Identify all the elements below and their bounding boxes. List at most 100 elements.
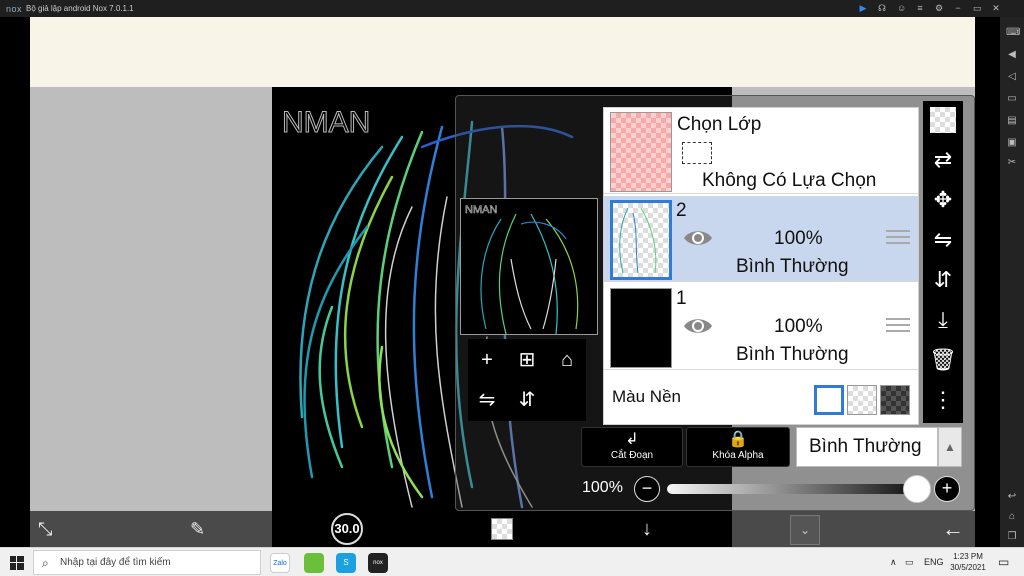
close-icon[interactable]: ✕: [992, 0, 1000, 17]
layer-mini-toolbar: + ⊞ ⌂ ⇋ ⇵: [468, 339, 586, 421]
background-white-swatch[interactable]: [814, 385, 844, 415]
flip-vertical-icon[interactable]: ⇵: [512, 385, 542, 415]
alpha-lock-label: Khóa Alpha: [712, 450, 764, 461]
flip-vertical-icon[interactable]: ⇵: [928, 265, 958, 295]
volume-down-icon[interactable]: ◁: [1006, 71, 1018, 83]
android-screen: NMAN NMAN + ⊞ ⌂ ⇋ ⇵ Chọn Lớp Không Có Lự…: [30, 17, 975, 547]
apk-icon[interactable]: ▤: [1006, 115, 1018, 127]
drag-handle-icon[interactable]: [886, 230, 910, 248]
maximize-icon[interactable]: ▭: [973, 0, 982, 17]
blend-mode-arrow-icon[interactable]: ▲: [938, 427, 962, 467]
layer-thumbnail-art: [619, 207, 657, 274]
selection-layer-row[interactable]: Chọn Lớp Không Có Lựa Chọn: [604, 108, 918, 194]
search-placeholder: Nhập tại đây để tìm kiếm: [60, 557, 171, 568]
delete-icon[interactable]: 🗑: [928, 345, 958, 375]
layer-row[interactable]: 2 100% Bình Thường: [604, 196, 918, 282]
network-icon[interactable]: ▭: [905, 548, 914, 576]
layer-number: 1: [676, 288, 687, 309]
back-arrow-icon[interactable]: ←: [942, 511, 964, 547]
drag-handle-icon[interactable]: [886, 318, 910, 336]
clipping-button[interactable]: ↲ Cắt Đoạn: [581, 427, 683, 467]
taskbar-clock[interactable]: 1:23 PM 30/5/2021: [948, 551, 988, 573]
brush-tool-icon[interactable]: ✎: [190, 511, 205, 547]
background-dark-swatch[interactable]: [880, 385, 910, 415]
opacity-decrease-button[interactable]: −: [634, 476, 660, 502]
selection-layer-thumbnail: [610, 112, 672, 192]
settings-icon[interactable]: ⚙: [935, 0, 943, 17]
back-icon[interactable]: ↩: [1006, 491, 1018, 503]
visibility-eye-icon[interactable]: [682, 314, 714, 338]
home-icon[interactable]: ⌂: [1006, 511, 1018, 523]
transparency-icon[interactable]: [930, 107, 956, 133]
app-bottom-toolbar: ⤡ ✎ 30.0 ↓ ⌄ ←: [30, 511, 975, 547]
user-icon[interactable]: ☺: [897, 0, 906, 17]
play-icon[interactable]: ▶: [859, 0, 867, 17]
clock-date: 30/5/2021: [950, 563, 986, 572]
layer-opacity: 100%: [774, 316, 823, 337]
collapse-panel-icon[interactable]: ⌄: [790, 515, 820, 545]
background-label: Màu Nền: [612, 387, 681, 406]
duplicate-layer-icon[interactable]: ⊞: [512, 345, 542, 375]
layer-number: 2: [676, 200, 687, 221]
transform-tool-icon[interactable]: ⤡: [38, 511, 52, 547]
brush-size-indicator[interactable]: 30.0: [331, 513, 363, 545]
clock-time: 1:23 PM: [953, 552, 983, 561]
skype-app-icon[interactable]: S: [336, 553, 356, 573]
selection-status: Không Có Lựa Chọn: [702, 170, 877, 191]
visibility-eye-icon[interactable]: [682, 226, 714, 250]
tray-chevron-icon[interactable]: ∧: [890, 548, 897, 576]
emulator-sidebar: ⌨ ◀ ◁ ▭ ▤ ▣ ✂ ↩ ⌂ ❐: [1000, 17, 1024, 547]
taskbar-search[interactable]: ⌕ Nhập tại đây để tìm kiếm: [33, 550, 261, 575]
layer-down-arrow-icon[interactable]: ↓: [642, 511, 652, 547]
flip-horizontal-icon[interactable]: ⇋: [472, 385, 502, 415]
emulator-titlebar: nox Bộ giả lập android Nox 7.0.1.1 ▶ ☊ ☺…: [0, 0, 1024, 17]
layers-panel: Chọn Lớp Không Có Lựa Chọn 2 100% Bình T…: [603, 107, 919, 425]
nox-logo: nox: [6, 3, 23, 14]
language-indicator[interactable]: ENG: [924, 548, 944, 576]
search-icon: ⌕: [42, 556, 49, 570]
layer-blend-mode: Bình Thường: [736, 256, 849, 277]
keyboard-icon[interactable]: ⌨: [1006, 27, 1020, 39]
signature-text: NMAN: [282, 106, 370, 139]
zalo-app-icon[interactable]: Zalo: [270, 553, 290, 573]
nox-app-icon[interactable]: [304, 553, 324, 573]
notifications-icon[interactable]: ▭: [998, 548, 1009, 576]
nox-player-app-icon[interactable]: nox: [368, 553, 388, 573]
minimize-icon[interactable]: −: [954, 0, 962, 17]
layer-row[interactable]: 1 100% Bình Thường: [604, 284, 918, 370]
titlebar-controls: ▶ ☊ ☺ ≡ ⚙ − ▭ ✕: [859, 0, 1000, 17]
background-transparent-swatch[interactable]: [847, 385, 877, 415]
camera-icon[interactable]: ⌂: [552, 345, 582, 375]
opacity-slider-handle[interactable]: [903, 475, 931, 503]
scissors-icon[interactable]: ✂: [1006, 157, 1018, 169]
alpha-lock-button[interactable]: 🔒 Khóa Alpha: [686, 427, 790, 467]
thumbnail-art: NMAN: [465, 204, 579, 334]
app-top-bar: [30, 17, 975, 87]
selection-marquee-icon: [682, 142, 712, 164]
windows-taskbar: ⌕ Nhập tại đây để tìm kiếm Zalo S nox ∧ …: [0, 547, 1024, 576]
volume-up-icon[interactable]: ◀: [1006, 49, 1018, 61]
color-picker-swatch[interactable]: [491, 518, 513, 540]
screen: nox Bộ giả lập android Nox 7.0.1.1 ▶ ☊ ☺…: [0, 0, 1024, 576]
more-options-icon[interactable]: ⋮: [928, 385, 958, 415]
swap-layer-icon[interactable]: ⇄: [928, 145, 958, 175]
opacity-increase-button[interactable]: +: [934, 476, 960, 502]
merge-down-icon[interactable]: ⤓: [928, 305, 958, 335]
windows-start-icon[interactable]: [10, 556, 24, 570]
layer-thumbnail: [610, 288, 672, 368]
canvas-thumbnail[interactable]: NMAN: [460, 198, 598, 335]
window-title: Bộ giả lập android Nox 7.0.1.1: [26, 4, 134, 13]
layer-opacity: 100%: [774, 228, 823, 249]
menu-icon[interactable]: ≡: [916, 0, 924, 17]
add-layer-icon[interactable]: +: [472, 345, 502, 375]
headset-icon[interactable]: ☊: [878, 0, 886, 17]
recent-apps-icon[interactable]: ❐: [1006, 531, 1018, 543]
clipping-label: Cắt Đoạn: [610, 450, 654, 461]
screen-icon[interactable]: ▭: [1006, 93, 1018, 105]
move-icon[interactable]: ✥: [928, 185, 958, 215]
opacity-slider[interactable]: [667, 484, 917, 494]
screenshot-icon[interactable]: ▣: [1006, 137, 1018, 149]
flip-horizontal-icon[interactable]: ⇋: [928, 225, 958, 255]
blend-mode-select[interactable]: Bình Thường: [796, 427, 938, 467]
thumbnail-signature: NMAN: [465, 204, 497, 216]
